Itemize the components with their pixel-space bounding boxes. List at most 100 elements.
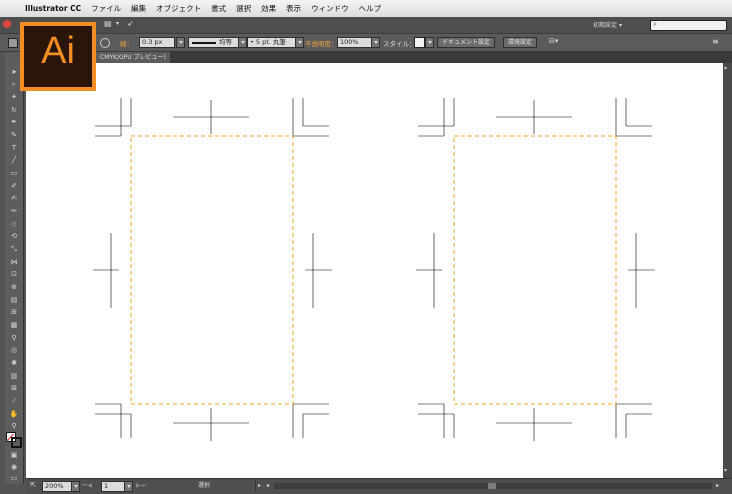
stroke-profile-field[interactable]: 均等: [188, 37, 242, 48]
style-dropdown[interactable]: [425, 37, 434, 48]
scroll-left-icon[interactable]: ◂: [266, 481, 272, 490]
menu-help[interactable]: ヘルプ: [354, 3, 387, 14]
status-mode[interactable]: 選択: [156, 481, 256, 491]
properties-row: 線： 0.3 px 均等 • 5 pt. 丸筆 不透明度： 100% スタイル：…: [0, 34, 732, 51]
brush-field[interactable]: • 5 pt. 丸筆: [247, 37, 299, 48]
app-menu[interactable]: Illustrator CC: [20, 4, 86, 13]
send-arrow-icon[interactable]: ➶: [127, 19, 137, 29]
width-tool-icon[interactable]: ⋈: [9, 257, 19, 267]
menu-type[interactable]: 書式: [206, 3, 231, 14]
rectangle-tool-icon[interactable]: ▭: [9, 168, 19, 178]
document-setup-button[interactable]: ドキュメント設定: [437, 37, 496, 48]
scale-tool-icon[interactable]: ⤡: [9, 244, 19, 254]
artboard-nav-icon[interactable]: ⇱: [30, 481, 39, 490]
trim-guide-right: [453, 135, 617, 405]
pencil-tool-icon[interactable]: ✏: [9, 206, 19, 216]
zoom-field[interactable]: 200%: [42, 481, 74, 492]
scroll-right-icon[interactable]: ▸: [716, 481, 722, 490]
first-prev-artboard-icon[interactable]: ⏮◀: [82, 481, 98, 490]
application-bar: ▤ ▾ ➶ 初期設定 ▾ ⌕: [0, 17, 732, 34]
control-bar: ▤ ▾ ➶ 初期設定 ▾ ⌕ 線： 0.3 px 均等 • 5 pt. 丸筆 不…: [0, 17, 732, 52]
menu-edit[interactable]: 編集: [126, 3, 151, 14]
artboard-canvas[interactable]: [26, 63, 723, 478]
stroke-box-icon[interactable]: [11, 437, 22, 448]
illustrator-logo: Ai: [20, 22, 96, 91]
gradient-tool-icon[interactable]: ▦: [9, 320, 19, 330]
status-menu-icon[interactable]: ▸: [258, 481, 264, 490]
close-window-icon[interactable]: [3, 20, 11, 28]
chevron-down-icon[interactable]: ▾: [116, 19, 122, 29]
crop-marks-left: [93, 98, 332, 441]
panel-menu-icon[interactable]: ≡: [712, 36, 722, 47]
hand-tool-icon[interactable]: ✋: [9, 409, 19, 419]
opacity-label[interactable]: 不透明度：: [305, 38, 338, 48]
brush-tool-icon[interactable]: ✐: [9, 181, 19, 191]
workspace-switcher[interactable]: 初期設定 ▾: [593, 20, 622, 29]
scroll-up-icon[interactable]: ▴: [724, 65, 730, 71]
search-input[interactable]: ⌕: [650, 20, 727, 31]
line-tool-icon[interactable]: ╱: [9, 155, 19, 165]
artwork: [93, 98, 655, 441]
screen-mode-icon[interactable]: ▭: [9, 473, 19, 483]
document-tab[interactable]: CMYK/GPU プレビュー): [96, 52, 170, 63]
perspective-grid-icon[interactable]: ▤: [9, 295, 19, 305]
curvature-tool-icon[interactable]: ✎: [9, 130, 19, 140]
rotate-tool-icon[interactable]: ⟲: [9, 231, 19, 241]
scroll-down-icon[interactable]: ▾: [724, 468, 730, 474]
stroke-swatch[interactable]: [100, 38, 110, 48]
mesh-tool-icon[interactable]: ⊞: [9, 307, 19, 317]
color-mode-icon[interactable]: ▣: [9, 450, 19, 460]
logo-text: Ai: [41, 30, 75, 72]
brush-label: 5 pt. 丸筆: [255, 38, 286, 46]
lasso-tool-icon[interactable]: ↻: [9, 105, 19, 115]
blend-tool-icon[interactable]: ◎: [9, 345, 19, 355]
artboard-tool-icon[interactable]: ⊠: [9, 383, 19, 393]
magic-wand-icon[interactable]: ✦: [9, 92, 19, 102]
stroke-weight-field[interactable]: 0.3 px: [139, 37, 175, 48]
opacity-dropdown[interactable]: [371, 37, 380, 48]
brush-dropdown[interactable]: [295, 37, 304, 48]
zoom-dropdown[interactable]: [71, 481, 80, 492]
menu-window[interactable]: ウィンドウ: [306, 3, 354, 14]
stroke-line-preview: [192, 42, 216, 44]
status-bar: ⇱ 200% ⏮◀ 1 ▶⏭ 選択 ▸ ◂ ▸: [26, 478, 732, 494]
graph-tool-icon[interactable]: ▥: [9, 371, 19, 381]
menu-file[interactable]: ファイル: [86, 3, 126, 14]
brush-dot-icon: •: [250, 38, 254, 46]
next-last-artboard-icon[interactable]: ▶⏭: [136, 481, 152, 490]
menu-bar: Illustrator CC ファイル 編集 オブジェクト 書式 選択 効果 表…: [0, 0, 732, 18]
menu-select[interactable]: 選択: [231, 3, 256, 14]
stroke-weight-dropdown[interactable]: [176, 37, 185, 48]
eyedropper-tool-icon[interactable]: ⚲: [9, 333, 19, 343]
align-options-icon[interactable]: ⊟▾: [549, 36, 561, 47]
free-transform-icon[interactable]: ⊡: [9, 269, 19, 279]
trim-guide-left: [130, 135, 294, 405]
artboard-dropdown[interactable]: [124, 481, 133, 492]
slice-tool-icon[interactable]: ⁄: [9, 396, 19, 406]
vertical-scrollbar[interactable]: ▴ ▾: [723, 63, 732, 478]
eraser-tool-icon[interactable]: ◇: [9, 219, 19, 229]
direct-selection-icon[interactable]: ▹: [9, 79, 19, 89]
horizontal-scroll-thumb[interactable]: [488, 483, 496, 489]
type-tool-icon[interactable]: T: [9, 143, 19, 153]
pen-tool-icon[interactable]: ✒: [9, 117, 19, 127]
shape-builder-icon[interactable]: ⊕: [9, 282, 19, 292]
blob-brush-icon[interactable]: ✍: [9, 193, 19, 203]
zoom-tool-icon[interactable]: ⚲: [9, 421, 19, 431]
menu-effect[interactable]: 効果: [256, 3, 281, 14]
arrange-documents-icon[interactable]: ▤: [104, 19, 116, 29]
workspace-label: 初期設定: [593, 22, 618, 29]
stroke-profile-dropdown[interactable]: [238, 37, 247, 48]
preferences-button[interactable]: 環境設定: [503, 37, 538, 48]
opacity-field[interactable]: 100%: [337, 37, 373, 48]
fill-swatch[interactable]: [8, 38, 18, 48]
selection-tool-icon[interactable]: ➤: [9, 67, 19, 77]
crop-marks-right: [416, 98, 655, 441]
draw-mode-icon[interactable]: ◉: [9, 462, 19, 472]
menu-object[interactable]: オブジェクト: [151, 3, 206, 14]
menu-view[interactable]: 表示: [281, 3, 306, 14]
symbol-sprayer-icon[interactable]: ✺: [9, 358, 19, 368]
stroke-label[interactable]: 線：: [120, 38, 133, 48]
style-swatch[interactable]: [414, 37, 425, 48]
horizontal-scrollbar[interactable]: [274, 483, 712, 489]
